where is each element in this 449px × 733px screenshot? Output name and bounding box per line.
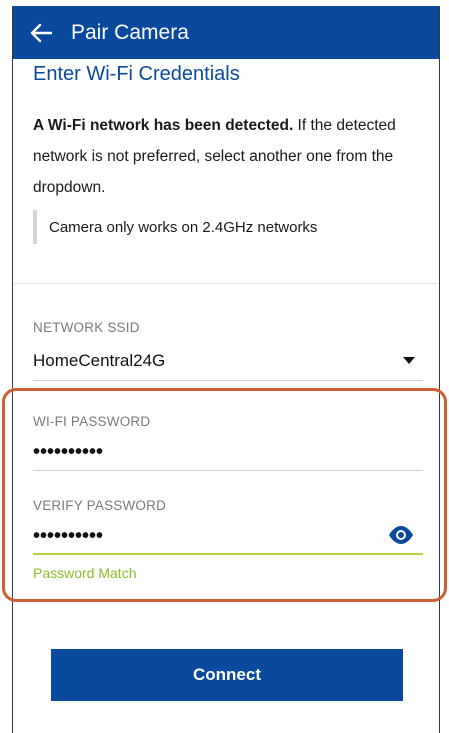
verify-password-input[interactable]: •••••••••• (33, 526, 103, 546)
section-title: Enter Wi-Fi Credentials (33, 63, 240, 85)
password-match-status: Password Match (33, 565, 137, 581)
verify-password-underline (33, 553, 423, 555)
divider (13, 283, 439, 284)
network-ssid-label: NETWORK SSID (33, 320, 140, 335)
app-screen: Pair Camera Enter Wi-Fi Credentials A Wi… (12, 6, 440, 733)
app-bar: Pair Camera (13, 6, 439, 59)
wifi-password-underline (33, 470, 423, 471)
toggle-password-visibility-button[interactable] (385, 523, 417, 547)
caret-down-icon (403, 356, 415, 364)
network-note-text: Camera only works on 2.4GHz networks (49, 218, 318, 236)
verify-password-label: VERIFY PASSWORD (33, 498, 167, 513)
page-title: Pair Camera (71, 20, 189, 44)
network-ssid-underline (33, 380, 423, 381)
wifi-password-label: WI-FI PASSWORD (33, 414, 151, 429)
intro-text: A Wi-Fi network has been detected. If th… (33, 110, 428, 203)
network-ssid-select[interactable]: HomeCentral24G (33, 351, 165, 371)
eye-icon (389, 526, 413, 544)
ssid-dropdown-button[interactable] (401, 353, 417, 367)
connect-button[interactable]: Connect (51, 649, 403, 701)
network-note: Camera only works on 2.4GHz networks (33, 210, 317, 244)
wifi-password-input[interactable]: •••••••••• (33, 442, 103, 462)
arrow-left-icon (30, 23, 52, 42)
back-button[interactable] (13, 6, 69, 59)
intro-bold-text: A Wi-Fi network has been detected. (33, 117, 294, 134)
